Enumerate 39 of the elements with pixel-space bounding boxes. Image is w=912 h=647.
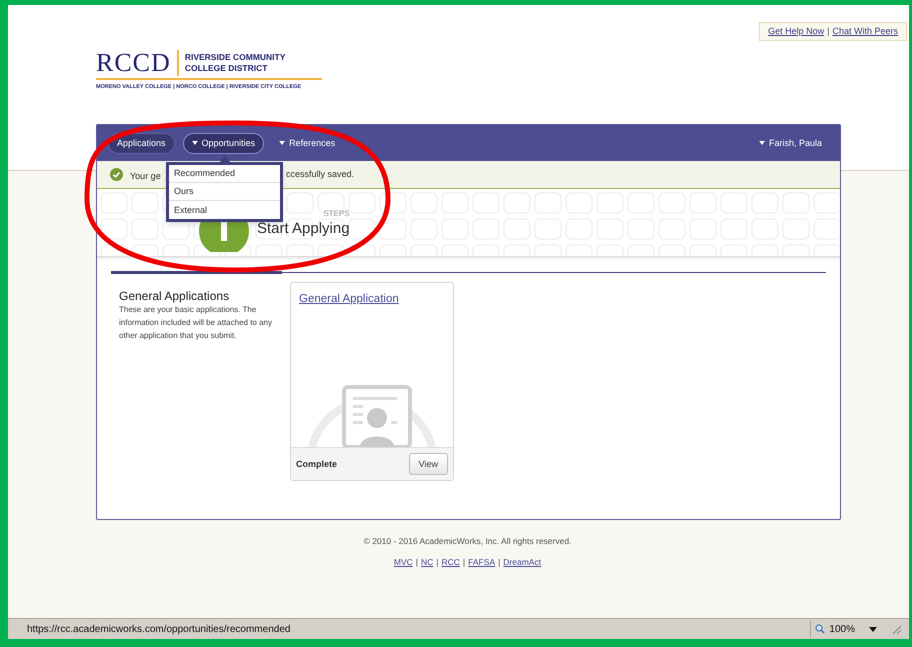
menu-item[interactable]: Ours xyxy=(169,183,280,202)
section-description: These are your basic applications. The information included will be attached to any other application that you submit. xyxy=(119,304,273,342)
separator: | xyxy=(416,556,418,569)
zoom-level[interactable]: 100% xyxy=(829,622,855,636)
resize-grip-icon xyxy=(891,624,901,634)
copyright-text: © 2010 - 2016 AcademicWorks, Inc. All rights reserved. xyxy=(364,535,572,548)
footer-link[interactable]: MVC xyxy=(394,556,413,569)
separator: | xyxy=(498,556,500,569)
nav-tab[interactable]: References xyxy=(272,132,342,154)
zoom-icon xyxy=(815,624,826,634)
caret-icon xyxy=(758,141,765,146)
footer-link[interactable]: FAFSA xyxy=(468,556,496,569)
view-button[interactable]: View xyxy=(408,453,448,476)
footer-link[interactable]: NC xyxy=(421,556,434,569)
dropdown-arrow-icon[interactable] xyxy=(869,626,877,632)
logo-name: COLLEGE DISTRICT xyxy=(184,63,268,74)
steps-title: Start Applying xyxy=(257,220,350,238)
message-text: ccessfully saved. xyxy=(286,168,354,181)
menu-item[interactable]: Recommended xyxy=(169,165,280,184)
user-menu[interactable]: Farish, Paula xyxy=(758,136,822,150)
nav-tab[interactable]: Applications xyxy=(108,132,175,154)
separator: | xyxy=(462,556,466,569)
section-title: General Applications xyxy=(119,289,230,304)
separator: | xyxy=(827,24,830,38)
application-link[interactable]: General Application xyxy=(299,291,399,308)
logo-name: RIVERSIDE COMMUNITY xyxy=(184,52,286,63)
menu-item[interactable]: External xyxy=(169,201,280,220)
footer-link[interactable]: RCC xyxy=(442,556,460,569)
footer-link[interactable]: DreamAct xyxy=(503,556,542,569)
help-link[interactable]: Chat With Peers xyxy=(832,24,898,38)
message-text: Your ge xyxy=(130,170,161,181)
steps-label: STEPS xyxy=(323,208,350,220)
status-text: Complete xyxy=(296,458,338,471)
status-url: https://rcc.academicworks.com/opportunities/recommended xyxy=(27,622,290,636)
logo-mark: RCCD xyxy=(96,50,179,76)
nav-tab[interactable]: Opportunities xyxy=(182,132,264,154)
separator: | xyxy=(436,556,438,569)
check-circle-icon xyxy=(110,168,123,182)
help-link[interactable]: Get Help Now xyxy=(768,24,824,38)
